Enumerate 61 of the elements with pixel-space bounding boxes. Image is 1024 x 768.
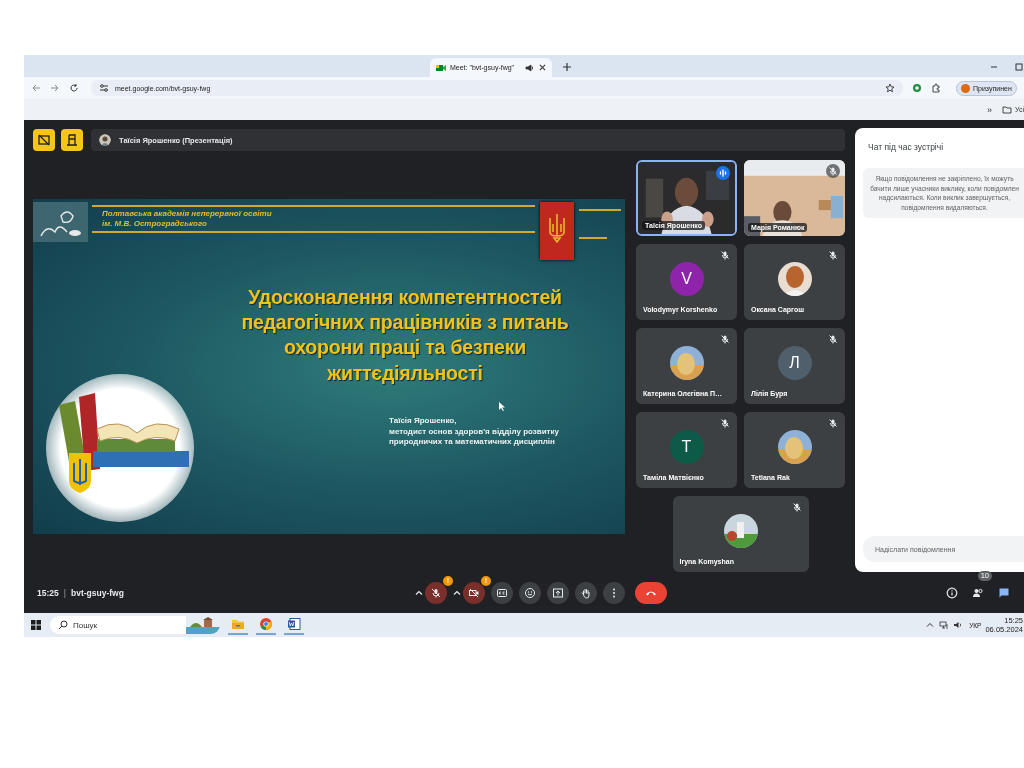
windows-start-icon[interactable] <box>30 619 42 631</box>
info-icon <box>946 586 958 599</box>
speaker-icon[interactable] <box>525 62 535 73</box>
camera-button[interactable] <box>463 581 485 604</box>
present-button[interactable] <box>547 581 569 604</box>
site-settings-icon[interactable] <box>99 83 109 93</box>
folder-icon <box>231 617 245 631</box>
hand-button[interactable] <box>575 581 597 604</box>
avatar: V <box>669 262 704 296</box>
back-icon[interactable] <box>31 83 41 93</box>
hand-icon <box>580 586 592 599</box>
microphone-off-icon <box>430 586 442 599</box>
trident-flag-icon <box>540 201 574 260</box>
document-app-icon <box>287 617 301 631</box>
more-button[interactable] <box>603 581 625 604</box>
organization-name: Полтавська академія неперервної освіти ім. М.В. Остроградського <box>101 208 273 229</box>
chat-title: Чат під час зустрічі <box>868 142 945 152</box>
browser-icon <box>259 617 273 631</box>
present-icon <box>552 586 564 599</box>
pin-button[interactable] <box>61 129 83 151</box>
reload-icon[interactable] <box>69 83 79 93</box>
speaking-indicator-icon <box>716 166 730 180</box>
new-tab-icon[interactable] <box>562 62 572 72</box>
forward-icon[interactable] <box>50 83 60 93</box>
meeting-code: bvt-gsuy-fwg <box>70 587 124 598</box>
people-icon <box>972 586 984 599</box>
meeting-time: 15:25 <box>37 587 59 598</box>
avatar: T <box>669 430 704 464</box>
volume-icon[interactable] <box>953 620 964 630</box>
captions-button[interactable] <box>491 581 513 604</box>
extension-circle-icon[interactable] <box>912 83 922 93</box>
crossed-frame-icon <box>38 134 50 146</box>
close-icon[interactable] <box>539 64 546 71</box>
emoji-button[interactable] <box>519 581 541 604</box>
leave-call-button[interactable] <box>635 581 667 604</box>
logo-drawing <box>33 201 88 242</box>
network-icon[interactable] <box>939 620 950 630</box>
caret-icon[interactable] <box>415 588 423 597</box>
layout-button[interactable] <box>33 129 55 151</box>
maximize-icon[interactable] <box>1014 62 1024 72</box>
puzzle-icon[interactable] <box>931 83 941 93</box>
frame-icon <box>66 134 78 146</box>
search-icon <box>58 620 68 630</box>
separator: | <box>63 587 66 598</box>
captions-icon <box>496 586 508 599</box>
star-icon[interactable] <box>885 83 895 93</box>
more-bookmarks-button[interactable]: » <box>986 104 992 115</box>
video-camera-icon <box>436 62 446 73</box>
cursor-icon <box>499 401 505 411</box>
folder-icon <box>1001 104 1012 115</box>
camera-off-icon <box>468 586 480 599</box>
chat-icon <box>998 586 1010 599</box>
microphone-button[interactable] <box>425 581 447 604</box>
word-app-button[interactable] <box>284 615 304 635</box>
taskbar-search-field[interactable]: Пошук <box>50 616 220 634</box>
avatar: Л <box>777 346 812 380</box>
slide-author: Таїсія Ярошенко, методист основ здоров'я відділу розвитку природничих та математичних дисциплін <box>389 415 560 449</box>
chrome-app-button[interactable] <box>256 615 276 635</box>
caret-icon[interactable] <box>453 588 461 597</box>
emoji-icon <box>524 586 536 599</box>
slide-title: Удосконалення компетентностей педагогічних працівників з питань охорони праці та безпеки життєдіяльності <box>240 284 570 386</box>
